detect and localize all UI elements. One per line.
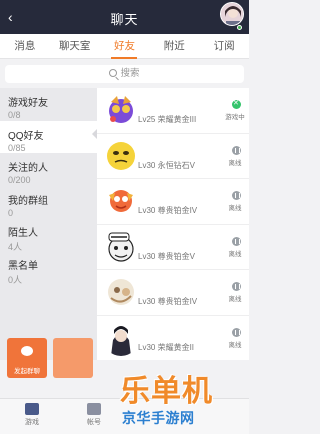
offline-status-icon <box>232 191 241 200</box>
friend-status: 游戏中 <box>225 114 245 121</box>
friend-level-rank: Lv30 荣耀黄金II <box>138 342 195 352</box>
category-blacklist[interactable]: 黑名单 0人 <box>0 251 97 285</box>
avatar <box>220 2 244 26</box>
list-item[interactable]: Lv30 荣耀黄金II 离线 <box>97 316 249 361</box>
tab-bar: 消息 聊天室 好友 附近 订阅 <box>0 34 249 59</box>
account-icon <box>87 403 101 415</box>
category-name: 黑名单 <box>8 260 38 272</box>
friend-avatar <box>103 319 139 356</box>
search-input[interactable]: 搜索 <box>5 65 244 83</box>
category-my-groups[interactable]: 我的群组 0 <box>0 186 97 219</box>
secondary-action-button[interactable] <box>53 338 93 378</box>
category-count: 0人 <box>8 274 23 285</box>
friend-level-rank: Lv25 荣耀黄金III <box>138 115 197 124</box>
tab-subscriptions[interactable]: 订阅 <box>199 34 249 58</box>
friend-status: 离线 <box>228 250 242 258</box>
friend-avatar <box>103 92 139 128</box>
watermark-subtitle: 京华手游网 <box>122 410 195 426</box>
search-placeholder: 搜索 <box>120 68 140 79</box>
page-title: 聊天 <box>110 12 139 27</box>
nav-account-label: 帐号 <box>87 419 101 426</box>
friend-status: 离线 <box>228 296 242 303</box>
category-strangers[interactable]: 陌生人 4人 <box>0 218 97 252</box>
chat-bubble-icon <box>21 346 33 356</box>
start-group-chat-label: 发起群聊 <box>14 368 40 375</box>
search-icon <box>109 69 118 77</box>
category-count: 0 <box>8 207 14 218</box>
category-qq-friends[interactable]: QQ好友 0/85 <box>0 120 97 153</box>
tab-messages[interactable]: 消息 <box>0 34 50 58</box>
offline-status-icon <box>232 282 241 291</box>
category-name: 我的群组 <box>8 195 48 207</box>
list-item[interactable]: Lv30 尊贵铂金IV 离线 <box>97 179 249 225</box>
offline-status-icon <box>232 145 241 155</box>
category-game-friends[interactable]: 游戏好友 0/8 <box>0 88 97 121</box>
nav-account[interactable]: 帐号 <box>74 403 114 427</box>
list-item[interactable]: Lv30 尊贵铂金V 离线 <box>97 225 249 270</box>
online-status-dot <box>237 25 242 30</box>
friend-level-rank: Lv30 尊贵铂金IV <box>138 206 198 215</box>
friend-avatar <box>103 183 139 219</box>
friend-status: 离线 <box>228 205 242 212</box>
friend-level-rank: Lv30 尊贵铂金IV <box>138 297 198 306</box>
title-bar: ‹ 聊天 <box>0 0 249 34</box>
tab-chatroom[interactable]: 聊天室 <box>50 34 100 58</box>
friend-status: 离线 <box>228 159 242 167</box>
nav-game[interactable]: 游戏 <box>12 403 52 427</box>
start-group-chat-button[interactable]: 发起群聊 <box>7 338 47 378</box>
category-count: 0/85 <box>8 142 26 153</box>
search-area: 搜索 <box>0 60 249 88</box>
list-item[interactable]: Lv25 荣耀黄金III 游戏中 <box>97 88 249 134</box>
game-icon <box>25 403 39 415</box>
tab-nearby[interactable]: 附近 <box>149 34 199 58</box>
tab-friends[interactable]: 好友 <box>100 34 150 59</box>
friend-list: Lv25 荣耀黄金III 游戏中 Lv30 永恒钻石V 离线 <box>97 88 249 360</box>
friend-status: 离线 <box>228 341 242 349</box>
friend-avatar <box>103 274 139 310</box>
friend-level-rank: Lv30 永恒钻石V <box>138 160 195 170</box>
in-game-status-icon <box>232 99 241 109</box>
offline-status-icon <box>232 327 241 337</box>
watermark-title: 乐单机 <box>120 375 213 408</box>
category-count: 0/200 <box>8 175 31 185</box>
category-count: 0/8 <box>8 110 21 120</box>
category-name: 关注的人 <box>8 163 48 174</box>
offline-status-icon <box>232 236 241 246</box>
category-name: QQ好友 <box>8 130 44 142</box>
watermark-logo: 乐单机 京华手游网 <box>118 366 249 434</box>
category-following[interactable]: 关注的人 0/200 <box>0 153 97 186</box>
category-name: 游戏好友 <box>8 98 48 109</box>
category-name: 陌生人 <box>8 228 38 239</box>
friend-level-rank: Lv30 尊贵铂金V <box>138 251 195 261</box>
list-item[interactable]: Lv30 永恒钻石V 离线 <box>97 134 249 179</box>
nav-game-label: 游戏 <box>25 419 39 426</box>
profile-avatar-button[interactable] <box>220 2 246 30</box>
friend-avatar <box>103 137 139 174</box>
friend-avatar <box>103 228 139 265</box>
list-item[interactable]: Lv30 尊贵铂金IV 离线 <box>97 270 249 316</box>
